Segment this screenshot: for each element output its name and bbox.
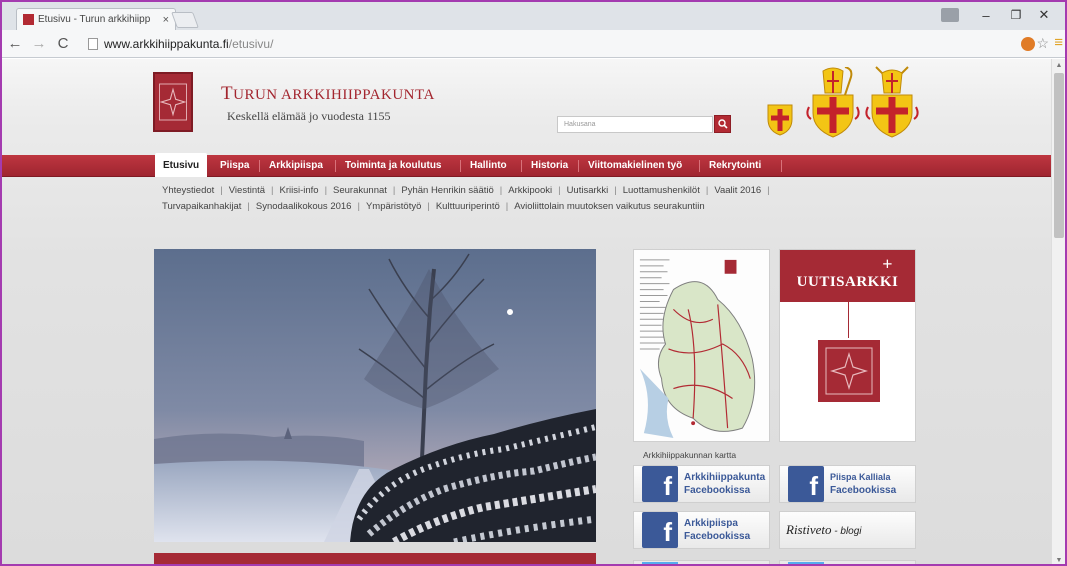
subnav-viestinta[interactable]: Viestintä bbox=[229, 185, 265, 196]
forward-icon[interactable]: → bbox=[28, 33, 50, 55]
page-viewport: TURUN ARKKIHIIPPAKUNTA Keskellä elämää j… bbox=[2, 59, 1055, 564]
twitter-icon bbox=[788, 562, 824, 564]
divider-line bbox=[848, 302, 849, 338]
subnav-arkkipooki[interactable]: Arkkipooki bbox=[508, 185, 552, 196]
twitter-button[interactable] bbox=[633, 560, 770, 564]
subnav-yhteystiedot[interactable]: Yhteystiedot bbox=[162, 185, 214, 196]
extension-icon[interactable] bbox=[1021, 37, 1035, 51]
browser-tab[interactable]: Etusivu - Turun arkkihiipp × bbox=[16, 8, 176, 30]
main-navigation: Etusivu Piispa Arkkipiispa Toiminta ja k… bbox=[2, 153, 1055, 177]
winter-landscape-image bbox=[154, 249, 596, 542]
facebook-piispa-kalliala-button[interactable]: f Piispa Kalliala Facebookissa bbox=[779, 465, 916, 503]
back-icon[interactable]: ← bbox=[4, 33, 26, 55]
maximize-button[interactable]: ❐ bbox=[1001, 6, 1031, 24]
subnav-synodaalikokous-2016[interactable]: Synodaalikokous 2016 bbox=[256, 201, 352, 212]
subnav-luottamushenkilot[interactable]: Luottamushenkilöt bbox=[623, 185, 700, 196]
site-logo[interactable] bbox=[153, 72, 193, 132]
sub-nav-row: Yhteystiedot | Viestintä | Kriisi-info | Seura… bbox=[162, 185, 770, 196]
facebook-icon: f bbox=[642, 466, 678, 502]
url-host: www.arkkihiippakunta.fi bbox=[104, 37, 229, 51]
browser-toolbar: ← → C www.arkkihiippakunta.fi/etusivu/ ☆… bbox=[2, 30, 1065, 58]
uutisarkki-title: UUTISARKKI bbox=[796, 274, 899, 290]
browser-window: Etusivu - Turun arkkihiipp × – ❐ ✕ ← → C… bbox=[0, 0, 1067, 566]
facebook-arkkihiippakunta-button[interactable]: f Arkkihiippakunta Facebookissa bbox=[633, 465, 770, 503]
search-button[interactable] bbox=[714, 115, 731, 133]
social-label-line1: Piispa Kalliala bbox=[830, 472, 891, 482]
nav-etusivu[interactable]: Etusivu bbox=[155, 153, 208, 177]
new-tab-button[interactable] bbox=[171, 12, 199, 28]
social-label-line2: Facebookissa bbox=[684, 531, 751, 542]
hero-image[interactable] bbox=[154, 249, 596, 542]
close-window-button[interactable]: ✕ bbox=[1029, 6, 1059, 24]
coat-of-arms-icon bbox=[766, 103, 794, 137]
uutisarkki-header: UUTISARKKI + bbox=[780, 250, 915, 302]
scrollbar-thumb[interactable] bbox=[1054, 73, 1064, 238]
uutisarkki-banner[interactable]: UUTISARKKI + bbox=[779, 249, 916, 442]
minimize-button[interactable]: – bbox=[971, 6, 1001, 24]
tab-strip: Etusivu - Turun arkkihiipp × – ❐ ✕ bbox=[2, 2, 1065, 30]
nav-piispa[interactable]: Piispa bbox=[212, 155, 257, 177]
nav-viittomakielinen-tyo[interactable]: Viittomakielinen työ bbox=[580, 155, 690, 177]
nav-hallinto[interactable]: Hallinto bbox=[462, 155, 515, 177]
map-caption[interactable]: Arkkihiippakunnan kartta bbox=[643, 450, 736, 460]
page-icon bbox=[88, 38, 98, 50]
blog-suffix: - blogi bbox=[831, 526, 862, 537]
cross-emblem-icon bbox=[159, 83, 187, 121]
bookmark-star-icon[interactable]: ☆ bbox=[1036, 35, 1049, 52]
subnav-kriisi-info[interactable]: Kriisi-info bbox=[280, 185, 319, 196]
subnav-avioliittolain-muutos[interactable]: Avioliittolain muutoksen vaikutus seurak… bbox=[514, 201, 704, 212]
subnav-uutisarkki[interactable]: Uutisarkki bbox=[567, 185, 609, 196]
social-label-line1: Arkkipiispa bbox=[684, 518, 738, 529]
tab-title: Etusivu - Turun arkkihiipp bbox=[38, 14, 151, 25]
subnav-seurakunnat[interactable]: Seurakunnat bbox=[333, 185, 387, 196]
subnav-pyhan-henrikin-saatio[interactable]: Pyhän Henrikin säätiö bbox=[401, 185, 493, 196]
scroll-down-arrow-icon[interactable]: ▼ bbox=[1052, 554, 1065, 564]
nav-rekrytointi[interactable]: Rekrytointi bbox=[701, 155, 769, 177]
search-input[interactable]: Hakusana bbox=[557, 116, 713, 133]
sub-navigation: Yhteystiedot | Viestintä | Kriisi-info | Seura… bbox=[162, 183, 922, 215]
subnav-vaalit-2016[interactable]: Vaalit 2016 bbox=[714, 185, 761, 196]
page-scrollbar[interactable]: ▲ ▼ bbox=[1051, 59, 1065, 564]
cross-emblem-icon bbox=[825, 347, 873, 395]
twitter-icon bbox=[642, 562, 678, 564]
map-icon bbox=[634, 250, 769, 441]
ristiveto-blog-button[interactable]: Ristiveto - blogi bbox=[779, 511, 916, 549]
site-favicon bbox=[23, 14, 34, 25]
nav-arkkipiispa[interactable]: Arkkipiispa bbox=[261, 155, 331, 177]
nav-historia[interactable]: Historia bbox=[523, 155, 576, 177]
plus-icon: + bbox=[882, 254, 893, 274]
nav-toiminta-ja-koulutus[interactable]: Toiminta ja koulutus bbox=[337, 155, 449, 177]
social-label-line1: Arkkihiippakunta bbox=[684, 472, 766, 483]
tab-close-icon[interactable]: × bbox=[163, 14, 169, 26]
social-label-line2: Facebookissa bbox=[684, 485, 751, 496]
hero-caption-bar[interactable] bbox=[154, 553, 596, 564]
uutisarkki-emblem bbox=[818, 340, 880, 402]
diocese-map-image[interactable] bbox=[633, 249, 770, 442]
facebook-arkkipiispa-button[interactable]: f Arkkipiispa Facebookissa bbox=[633, 511, 770, 549]
menu-icon[interactable]: ≡ bbox=[1054, 34, 1063, 51]
facebook-icon: f bbox=[642, 512, 678, 548]
search-icon bbox=[717, 119, 728, 129]
blog-name: Ristiveto bbox=[786, 522, 832, 537]
site-subtitle: Keskellä elämää jo vuodesta 1155 bbox=[227, 109, 391, 123]
reload-icon[interactable]: C bbox=[52, 33, 74, 55]
sub-nav-row: Turvapaikanhakijat | Synodaalikokous 2016 |… bbox=[162, 201, 705, 212]
user-profile-icon[interactable] bbox=[941, 8, 959, 22]
social-label-line2: Facebookissa bbox=[830, 485, 897, 496]
site-title[interactable]: TURUN ARKKIHIIPPAKUNTA bbox=[221, 83, 435, 105]
subnav-ymparistotyo[interactable]: Ympäristötyö bbox=[366, 201, 421, 212]
subnav-turvapaikanhakijat[interactable]: Turvapaikanhakijat bbox=[162, 201, 241, 212]
facebook-icon: f bbox=[788, 466, 824, 502]
archbishop-arms-icon bbox=[864, 65, 920, 141]
scroll-up-arrow-icon[interactable]: ▲ bbox=[1052, 59, 1065, 73]
subnav-kulttuuriperinto[interactable]: Kulttuuriperintö bbox=[436, 201, 500, 212]
twitter-button[interactable] bbox=[779, 560, 916, 564]
url-path: /etusivu/ bbox=[228, 37, 274, 51]
address-bar[interactable]: www.arkkihiippakunta.fi/etusivu/ bbox=[88, 34, 995, 54]
bishop-arms-icon bbox=[805, 67, 861, 141]
